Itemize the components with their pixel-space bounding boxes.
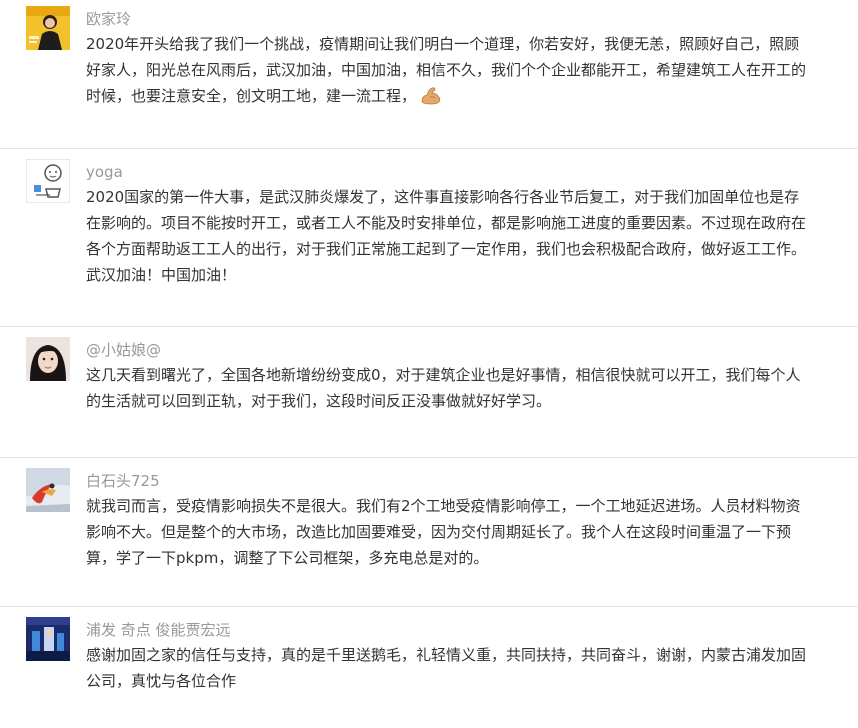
comment-line-text: 时候，也要注意安全，创文明工地，建一流工程， <box>86 87 417 105</box>
comment-line: 公司，真忱与各位合作 <box>86 672 237 690</box>
comment-line: 的生活就可以回到正轨，对于我们，这段时间反正没事做就好好学习。 <box>86 392 552 410</box>
comment-line: 影响不大。但是整个的大市场，改造比加固要难受，因为交付周期延长了。我个人在这段时… <box>86 523 792 541</box>
username[interactable]: 浦发 奇点 俊能贾宏远 <box>86 620 231 640</box>
comment-line: 在影响的。项目不能按时开工，或者工人不能及时安排单位，都是影响施工进度的重要因素… <box>86 214 807 232</box>
comment-text: 就我司而言，受疫情影响损失不是很大。我们有2个工地受疫情影响停工，一个工地延迟进… <box>86 493 846 571</box>
comment-line: 感谢加固之家的信任与支持，真的是千里送鹅毛，礼轻情义重，共同扶持，共同奋斗，谢谢… <box>86 646 807 664</box>
comment-line: 算，学了一下pkpm，调整了下公司框架，多充电总是对的。 <box>86 549 489 567</box>
comment-text: 2020国家的第一件大事，是武汉肺炎爆发了，这件事直接影响各行各业节后复工，对于… <box>86 184 846 288</box>
comment-line: 这几天看到曙光了，全国各地新增纷纷变成0，对于建筑企业也是好事情，相信很快就可以… <box>86 366 801 384</box>
comment-item: 欧家玲 2020年开头给我了我们一个挑战，疫情期间让我们明白一个道理，你若安好，… <box>0 0 858 149</box>
comment-item: yoga 2020国家的第一件大事，是武汉肺炎爆发了，这件事直接影响各行各业节后… <box>0 149 858 327</box>
username[interactable]: @小姑娘@ <box>86 340 161 360</box>
comment-line: 好家人，阳光总在风雨后，武汉加油，中国加油，相信不久，我们个个企业都能开工，希望… <box>86 61 807 79</box>
comment-item: 浦发 奇点 俊能贾宏远 感谢加固之家的信任与支持，真的是千里送鹅毛，礼轻情义重，… <box>0 607 858 728</box>
avatar[interactable] <box>26 337 70 381</box>
comment-item: @小姑娘@ 这几天看到曙光了，全国各地新增纷纷变成0，对于建筑企业也是好事情，相… <box>0 327 858 458</box>
comment-line: 各个方面帮助返工工人的出行，对于我们正常施工起到了一定作用，我们也会积极配合政府… <box>86 240 807 258</box>
username[interactable]: 欧家玲 <box>86 9 131 29</box>
comment-line: 武汉加油！中国加油！ <box>86 266 237 284</box>
username[interactable]: 白石头725 <box>86 471 160 491</box>
avatar[interactable] <box>26 617 70 661</box>
comment-line: 2020年开头给我了我们一个挑战，疫情期间让我们明白一个道理，你若安好，我便无恙… <box>86 35 800 53</box>
comment-line: 就我司而言，受疫情影响损失不是很大。我们有2个工地受疫情影响停工，一个工地延迟进… <box>86 497 801 515</box>
comment-item: 白石头725 就我司而言，受疫情影响损失不是很大。我们有2个工地受疫情影响停工，… <box>0 458 858 607</box>
comment-text: 这几天看到曙光了，全国各地新增纷纷变成0，对于建筑企业也是好事情，相信很快就可以… <box>86 362 846 414</box>
comment-list: 欧家玲 2020年开头给我了我们一个挑战，疫情期间让我们明白一个道理，你若安好，… <box>0 0 858 728</box>
comment-line: 2020国家的第一件大事，是武汉肺炎爆发了，这件事直接影响各行各业节后复工，对于… <box>86 188 800 206</box>
flexed-biceps-icon <box>420 85 442 113</box>
avatar[interactable] <box>26 6 70 50</box>
comment-text: 感谢加固之家的信任与支持，真的是千里送鹅毛，礼轻情义重，共同扶持，共同奋斗，谢谢… <box>86 642 846 694</box>
comment-text: 2020年开头给我了我们一个挑战，疫情期间让我们明白一个道理，你若安好，我便无恙… <box>86 31 846 113</box>
comment-line-with-emoji: 时候，也要注意安全，创文明工地，建一流工程， <box>86 83 846 113</box>
username[interactable]: yoga <box>86 162 123 182</box>
avatar[interactable] <box>26 468 70 512</box>
avatar[interactable] <box>26 159 70 203</box>
